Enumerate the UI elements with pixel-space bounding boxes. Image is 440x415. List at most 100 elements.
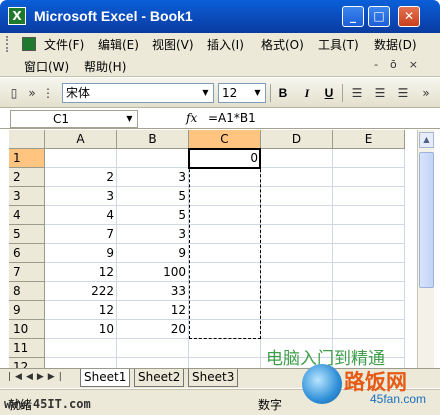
cell-e3[interactable] [333, 187, 405, 206]
cell-a4[interactable]: 4 [45, 206, 117, 225]
cell-c1[interactable]: 0 [189, 149, 261, 168]
excel-app-icon[interactable]: X [8, 7, 26, 25]
scroll-up-icon[interactable]: ▲ [419, 132, 434, 148]
formula-input[interactable]: =A1*B1 [208, 111, 256, 125]
cell-d4[interactable] [261, 206, 333, 225]
menu-data[interactable]: 数据(D) [374, 36, 417, 53]
maximize-button[interactable]: □ [368, 6, 390, 27]
cell-d1[interactable] [261, 149, 333, 168]
insert-function-icon[interactable]: fx [186, 111, 197, 125]
cell-c3[interactable] [189, 187, 261, 206]
row-header[interactable]: 3 [9, 187, 45, 206]
row-header[interactable]: 8 [9, 282, 45, 301]
vertical-scrollbar[interactable]: ▲ [417, 130, 434, 368]
document-window-controls[interactable]: -ō× [374, 58, 430, 71]
sheet-tab-1[interactable]: Sheet1 [80, 369, 131, 387]
align-right-icon[interactable]: ☰ [395, 85, 411, 101]
document-icon[interactable] [22, 37, 36, 51]
column-header-b[interactable]: B [117, 130, 189, 149]
cell-a1[interactable] [45, 149, 117, 168]
cell-c2[interactable] [189, 168, 261, 187]
cell-b9[interactable]: 12 [117, 301, 189, 320]
cell-a10[interactable]: 10 [45, 320, 117, 339]
cell-d5[interactable] [261, 225, 333, 244]
row-header[interactable]: 11 [9, 339, 45, 358]
cell-c7[interactable] [189, 263, 261, 282]
cell-a6[interactable]: 9 [45, 244, 117, 263]
cell-e4[interactable] [333, 206, 405, 225]
underline-button[interactable]: U [320, 85, 338, 101]
font-size-select[interactable]: 12 ▼ [218, 83, 266, 103]
cell-e7[interactable] [333, 263, 405, 282]
cell-d6[interactable] [261, 244, 333, 263]
cell-a5[interactable]: 7 [45, 225, 117, 244]
cell-c10[interactable] [189, 320, 261, 339]
toolbar-grip-icon[interactable]: ⋮ [40, 85, 56, 101]
cell-a7[interactable]: 12 [45, 263, 117, 282]
sheet-tab-2[interactable]: Sheet2 [134, 369, 185, 387]
menu-window[interactable]: 窗口(W) [24, 58, 69, 75]
cell-b7[interactable]: 100 [117, 263, 189, 282]
chevron-down-icon[interactable]: ▼ [199, 85, 212, 101]
toolbar-more-icon[interactable]: » [418, 85, 434, 101]
cell-d2[interactable] [261, 168, 333, 187]
cell-b3[interactable]: 5 [117, 187, 189, 206]
row-header[interactable]: 2 [9, 168, 45, 187]
cell-c8[interactable] [189, 282, 261, 301]
bold-button[interactable]: B [274, 85, 292, 101]
cell-a3[interactable]: 3 [45, 187, 117, 206]
align-center-icon[interactable]: ☰ [372, 85, 388, 101]
menu-tools[interactable]: 工具(T) [318, 36, 359, 53]
minimize-button[interactable]: _ [342, 6, 364, 27]
cell-e9[interactable] [333, 301, 405, 320]
menu-edit[interactable]: 编辑(E) [98, 36, 139, 53]
close-button[interactable]: ✕ [398, 6, 420, 27]
cell-b8[interactable]: 33 [117, 282, 189, 301]
select-all-corner[interactable] [9, 130, 45, 149]
cell-d10[interactable] [261, 320, 333, 339]
cell-b6[interactable]: 9 [117, 244, 189, 263]
column-header-d[interactable]: D [261, 130, 333, 149]
column-header-a[interactable]: A [45, 130, 117, 149]
cell-b4[interactable]: 5 [117, 206, 189, 225]
cell-b5[interactable]: 3 [117, 225, 189, 244]
cell-e5[interactable] [333, 225, 405, 244]
align-left-icon[interactable]: ☰ [349, 85, 365, 101]
menu-view[interactable]: 视图(V) [152, 36, 194, 53]
cell-e8[interactable] [333, 282, 405, 301]
cell-c4[interactable] [189, 206, 261, 225]
row-header[interactable]: 6 [9, 244, 45, 263]
menu-insert[interactable]: 插入(I) [207, 36, 244, 53]
cell-c9[interactable] [189, 301, 261, 320]
cell-b10[interactable]: 20 [117, 320, 189, 339]
row-header[interactable]: 10 [9, 320, 45, 339]
sheet-tab-3[interactable]: Sheet3 [188, 369, 239, 387]
cell-b2[interactable]: 3 [117, 168, 189, 187]
cell-d9[interactable] [261, 301, 333, 320]
cell-b1[interactable] [117, 149, 189, 168]
menu-file[interactable]: 文件(F) [44, 36, 84, 53]
toolbar-options-icon[interactable]: » [24, 85, 40, 101]
cell-a9[interactable]: 12 [45, 301, 117, 320]
row-header[interactable]: 7 [9, 263, 45, 282]
menu-grip[interactable] [6, 36, 9, 52]
cell-a8[interactable]: 222 [45, 282, 117, 301]
chevron-down-icon[interactable]: ▼ [251, 85, 264, 101]
cell-e10[interactable] [333, 320, 405, 339]
font-name-select[interactable]: 宋体 ▼ [62, 83, 214, 103]
cell-e6[interactable] [333, 244, 405, 263]
italic-button[interactable]: I [298, 85, 316, 101]
cell-d8[interactable] [261, 282, 333, 301]
column-header-c[interactable]: C [189, 130, 261, 149]
chevron-down-icon[interactable]: ▼ [123, 111, 136, 127]
new-document-icon[interactable]: ▯ [6, 85, 22, 101]
column-header-e[interactable]: E [333, 130, 405, 149]
row-header[interactable]: 4 [9, 206, 45, 225]
cell-a2[interactable]: 2 [45, 168, 117, 187]
cell-c5[interactable] [189, 225, 261, 244]
cell-d3[interactable] [261, 187, 333, 206]
row-header[interactable]: 9 [9, 301, 45, 320]
cell-e1[interactable] [333, 149, 405, 168]
scrollbar-thumb[interactable] [419, 152, 434, 288]
row-header[interactable]: 1 [9, 149, 45, 168]
